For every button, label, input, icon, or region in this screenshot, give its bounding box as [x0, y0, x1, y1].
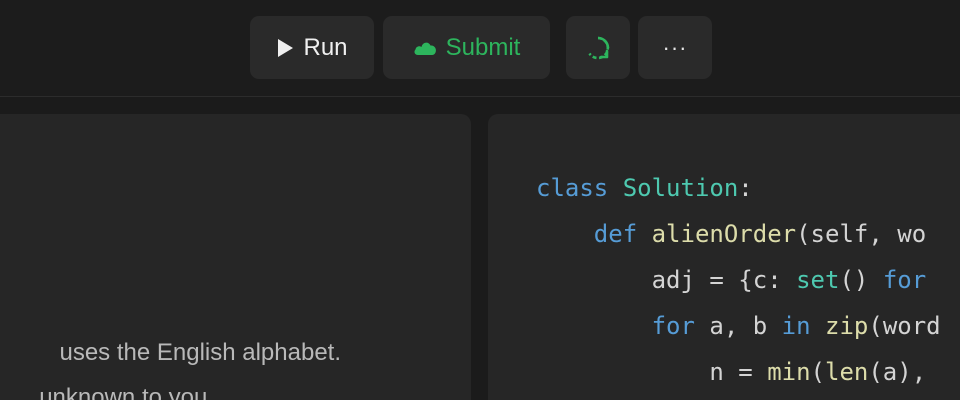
- code-token: zip: [825, 312, 869, 340]
- code-token: def: [593, 220, 638, 248]
- cloud-upload-icon: [413, 40, 437, 56]
- code-token: (): [839, 266, 883, 294]
- code-token: (a),: [868, 358, 927, 386]
- description-text-line: unknown to you.: [39, 384, 214, 400]
- code-line[interactable]: n = min(len(a),: [536, 356, 926, 388]
- code-line[interactable]: class Solution:: [536, 172, 753, 204]
- code-line[interactable]: adj = {c: set() for: [536, 264, 927, 296]
- code-line[interactable]: for a, b in zip(word: [536, 310, 941, 342]
- play-icon: [276, 38, 294, 58]
- code-token: set: [796, 266, 840, 294]
- top-toolbar: Run Submit ···: [0, 0, 960, 97]
- code-token: :: [738, 174, 753, 202]
- code-token: Solution: [622, 174, 739, 202]
- run-button-label: Run: [303, 33, 348, 61]
- code-token: in: [781, 312, 811, 340]
- submit-button[interactable]: Submit: [383, 16, 550, 79]
- more-icon: ···: [662, 34, 688, 60]
- code-editor-panel[interactable]: class Solution: def alienOrder(self, wo …: [488, 114, 960, 400]
- reset-button[interactable]: [566, 16, 630, 79]
- code-token: min: [767, 358, 811, 386]
- code-token: (: [810, 358, 825, 386]
- code-token: (word: [868, 312, 941, 340]
- code-token: alienOrder: [651, 220, 797, 248]
- reset-icon: [584, 34, 612, 62]
- editor-window: Run Submit ··· y uses the E: [0, 0, 960, 400]
- code-token: class: [536, 174, 609, 202]
- code-token: for: [651, 312, 695, 340]
- code-token: for: [882, 266, 927, 294]
- code-line[interactable]: def alienOrder(self, wo: [536, 218, 926, 250]
- description-text-line: uses the English alphabet.: [59, 339, 341, 366]
- code-token: a, b: [694, 312, 782, 340]
- code-token: adj = {c:: [651, 266, 797, 294]
- code-token: (self, wo: [796, 220, 927, 248]
- description-panel: y uses the English alphabet. unknown to …: [0, 114, 471, 400]
- submit-button-label: Submit: [445, 33, 521, 61]
- code-token: len: [825, 358, 869, 386]
- code-token: n =: [709, 358, 768, 386]
- run-button[interactable]: Run: [250, 16, 374, 79]
- more-button[interactable]: ···: [638, 16, 712, 79]
